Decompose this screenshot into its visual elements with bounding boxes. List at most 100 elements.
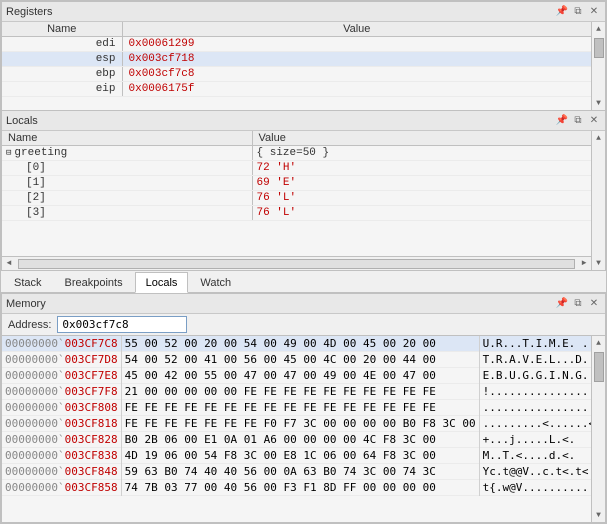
registers-col-value: Value	[122, 22, 591, 37]
memory-hex: 55 00 52 00 20 00 54 00 49 00 4D 00 45 0…	[121, 336, 479, 352]
locals-scroll-down[interactable]: ▼	[592, 256, 606, 270]
memory-row: 00000000`003CF838 4D 19 06 00 54 F8 3C 0…	[2, 448, 591, 464]
memory-hex: 74 7B 03 77 00 40 56 00 F3 F1 8D FF 00 0…	[121, 480, 479, 496]
registers-header: Registers 📌 ⧉ ✕	[2, 2, 605, 22]
registers-title: Registers	[6, 6, 52, 18]
register-row: esp 0x003cf718	[2, 52, 591, 67]
locals-col-name: Name	[2, 131, 252, 146]
register-value: 0x003cf718	[122, 52, 591, 67]
memory-hex: 45 00 42 00 55 00 47 00 47 00 49 00 4E 0…	[121, 368, 479, 384]
locals-scrollbar[interactable]: ▲ ▼	[591, 131, 605, 270]
memory-row: 00000000`003CF818 FE FE FE FE FE FE FE F…	[2, 416, 591, 432]
registers-float-btn[interactable]: ⧉	[571, 5, 585, 19]
memory-ascii: Yc.t@@V..c.t<.t<	[479, 464, 591, 480]
register-value: 0x00061299	[122, 37, 591, 52]
memory-table: 00000000`003CF7C8 55 00 52 00 20 00 54 0…	[2, 336, 591, 496]
locals-row: ⊟greeting { size=50 }	[2, 146, 591, 161]
locals-hscroll-left[interactable]: ◄	[2, 257, 16, 271]
memory-hex: 21 00 00 00 00 00 FE FE FE FE FE FE FE F…	[121, 384, 479, 400]
memory-hex: 59 63 B0 74 40 40 56 00 0A 63 B0 74 3C 0…	[121, 464, 479, 480]
memory-row: 00000000`003CF7D8 54 00 52 00 41 00 56 0…	[2, 352, 591, 368]
locals-hscrollbar[interactable]: ◄ ►	[2, 256, 591, 270]
local-value: 76 'L'	[252, 206, 591, 221]
memory-address-label: Address:	[8, 319, 51, 331]
locals-title: Locals	[6, 115, 38, 127]
local-name: [0]	[2, 161, 252, 176]
locals-scroll-up[interactable]: ▲	[592, 131, 606, 145]
memory-addr: 00000000`003CF7E8	[2, 368, 121, 384]
memory-addr: 00000000`003CF838	[2, 448, 121, 464]
locals-hscroll-track	[18, 259, 575, 269]
tabs-bar: StackBreakpointsLocalsWatch	[1, 271, 606, 293]
memory-addr: 00000000`003CF828	[2, 432, 121, 448]
locals-row: [0] 72 'H'	[2, 161, 591, 176]
memory-row: 00000000`003CF7E8 45 00 42 00 55 00 47 0…	[2, 368, 591, 384]
locals-pin-btn[interactable]: 📌	[555, 114, 569, 128]
memory-float-btn[interactable]: ⧉	[571, 297, 585, 311]
memory-scroll-up[interactable]: ▲	[592, 336, 606, 350]
memory-address-bar: Address:	[2, 314, 605, 336]
memory-hex: 54 00 52 00 41 00 56 00 45 00 4C 00 20 0…	[121, 352, 479, 368]
registers-pin-btn[interactable]: 📌	[555, 5, 569, 19]
memory-row: 00000000`003CF858 74 7B 03 77 00 40 56 0…	[2, 480, 591, 496]
memory-controls: 📌 ⧉ ✕	[555, 297, 601, 311]
tab-watch[interactable]: Watch	[189, 272, 242, 293]
register-row: ebp 0x003cf7c8	[2, 67, 591, 82]
register-value: 0x0006175f	[122, 82, 591, 97]
memory-ascii: E.B.U.G.G.I.N.G.	[479, 368, 591, 384]
memory-addr: 00000000`003CF7C8	[2, 336, 121, 352]
memory-scrollbar[interactable]: ▲ ▼	[591, 336, 605, 522]
registers-scrollbar[interactable]: ▲ ▼	[591, 22, 605, 110]
memory-hex: B0 2B 06 00 E1 0A 01 A6 00 00 00 00 4C F…	[121, 432, 479, 448]
locals-row: [1] 69 'E'	[2, 176, 591, 191]
local-value: 72 'H'	[252, 161, 591, 176]
registers-content: Name Value edi 0x00061299 esp 0x003cf718…	[2, 22, 591, 110]
registers-scroll-down[interactable]: ▼	[592, 96, 606, 110]
registers-scroll-up[interactable]: ▲	[592, 22, 606, 36]
registers-close-btn[interactable]: ✕	[587, 5, 601, 19]
memory-addr: 00000000`003CF7D8	[2, 352, 121, 368]
memory-addr: 00000000`003CF858	[2, 480, 121, 496]
register-name: esp	[2, 52, 122, 67]
locals-close-btn[interactable]: ✕	[587, 114, 601, 128]
tab-breakpoints[interactable]: Breakpoints	[54, 272, 134, 293]
memory-addr: 00000000`003CF818	[2, 416, 121, 432]
memory-ascii: U.R...T.I.M.E. .	[479, 336, 591, 352]
memory-scroll-thumb[interactable]	[594, 352, 604, 382]
registers-table: Name Value edi 0x00061299 esp 0x003cf718…	[2, 22, 591, 97]
register-value: 0x003cf7c8	[122, 67, 591, 82]
memory-hex: 4D 19 06 00 54 F8 3C 00 E8 1C 06 00 64 F…	[121, 448, 479, 464]
memory-hex: FE FE FE FE FE FE FE F0 F7 3C 00 00 00 0…	[121, 416, 479, 432]
memory-row: 00000000`003CF848 59 63 B0 74 40 40 56 0…	[2, 464, 591, 480]
locals-panel: Locals 📌 ⧉ ✕ Name Value ⊟g	[1, 111, 606, 271]
memory-close-btn[interactable]: ✕	[587, 297, 601, 311]
tab-stack[interactable]: Stack	[3, 272, 53, 293]
memory-row: 00000000`003CF7C8 55 00 52 00 20 00 54 0…	[2, 336, 591, 352]
register-name: edi	[2, 37, 122, 52]
register-row: eip 0x0006175f	[2, 82, 591, 97]
locals-row: [2] 76 'L'	[2, 191, 591, 206]
memory-ascii: t{.w@V..........	[479, 480, 591, 496]
locals-float-btn[interactable]: ⧉	[571, 114, 585, 128]
local-value: 69 'E'	[252, 176, 591, 191]
memory-address-input[interactable]	[57, 316, 187, 333]
register-row: edi 0x00061299	[2, 37, 591, 52]
locals-controls: 📌 ⧉ ✕	[555, 114, 601, 128]
memory-title: Memory	[6, 298, 46, 310]
memory-scroll-down[interactable]: ▼	[592, 508, 606, 522]
registers-panel: Registers 📌 ⧉ ✕ Name Value edi	[1, 1, 606, 111]
registers-scroll-thumb[interactable]	[594, 38, 604, 58]
memory-addr: 00000000`003CF7F8	[2, 384, 121, 400]
memory-ascii: .........<......<.	[479, 416, 591, 432]
locals-hscroll-right[interactable]: ►	[577, 257, 591, 271]
memory-ascii: !...............	[479, 384, 591, 400]
expand-icon[interactable]: ⊟	[6, 148, 11, 158]
registers-col-name: Name	[2, 22, 122, 37]
local-value: { size=50 }	[252, 146, 591, 161]
tab-locals[interactable]: Locals	[135, 272, 189, 293]
registers-scroll-region: Name Value edi 0x00061299 esp 0x003cf718…	[2, 22, 605, 110]
memory-pin-btn[interactable]: 📌	[555, 297, 569, 311]
local-value: 76 'L'	[252, 191, 591, 206]
registers-controls: 📌 ⧉ ✕	[555, 5, 601, 19]
memory-hex: FE FE FE FE FE FE FE FE FE FE FE FE FE F…	[121, 400, 479, 416]
